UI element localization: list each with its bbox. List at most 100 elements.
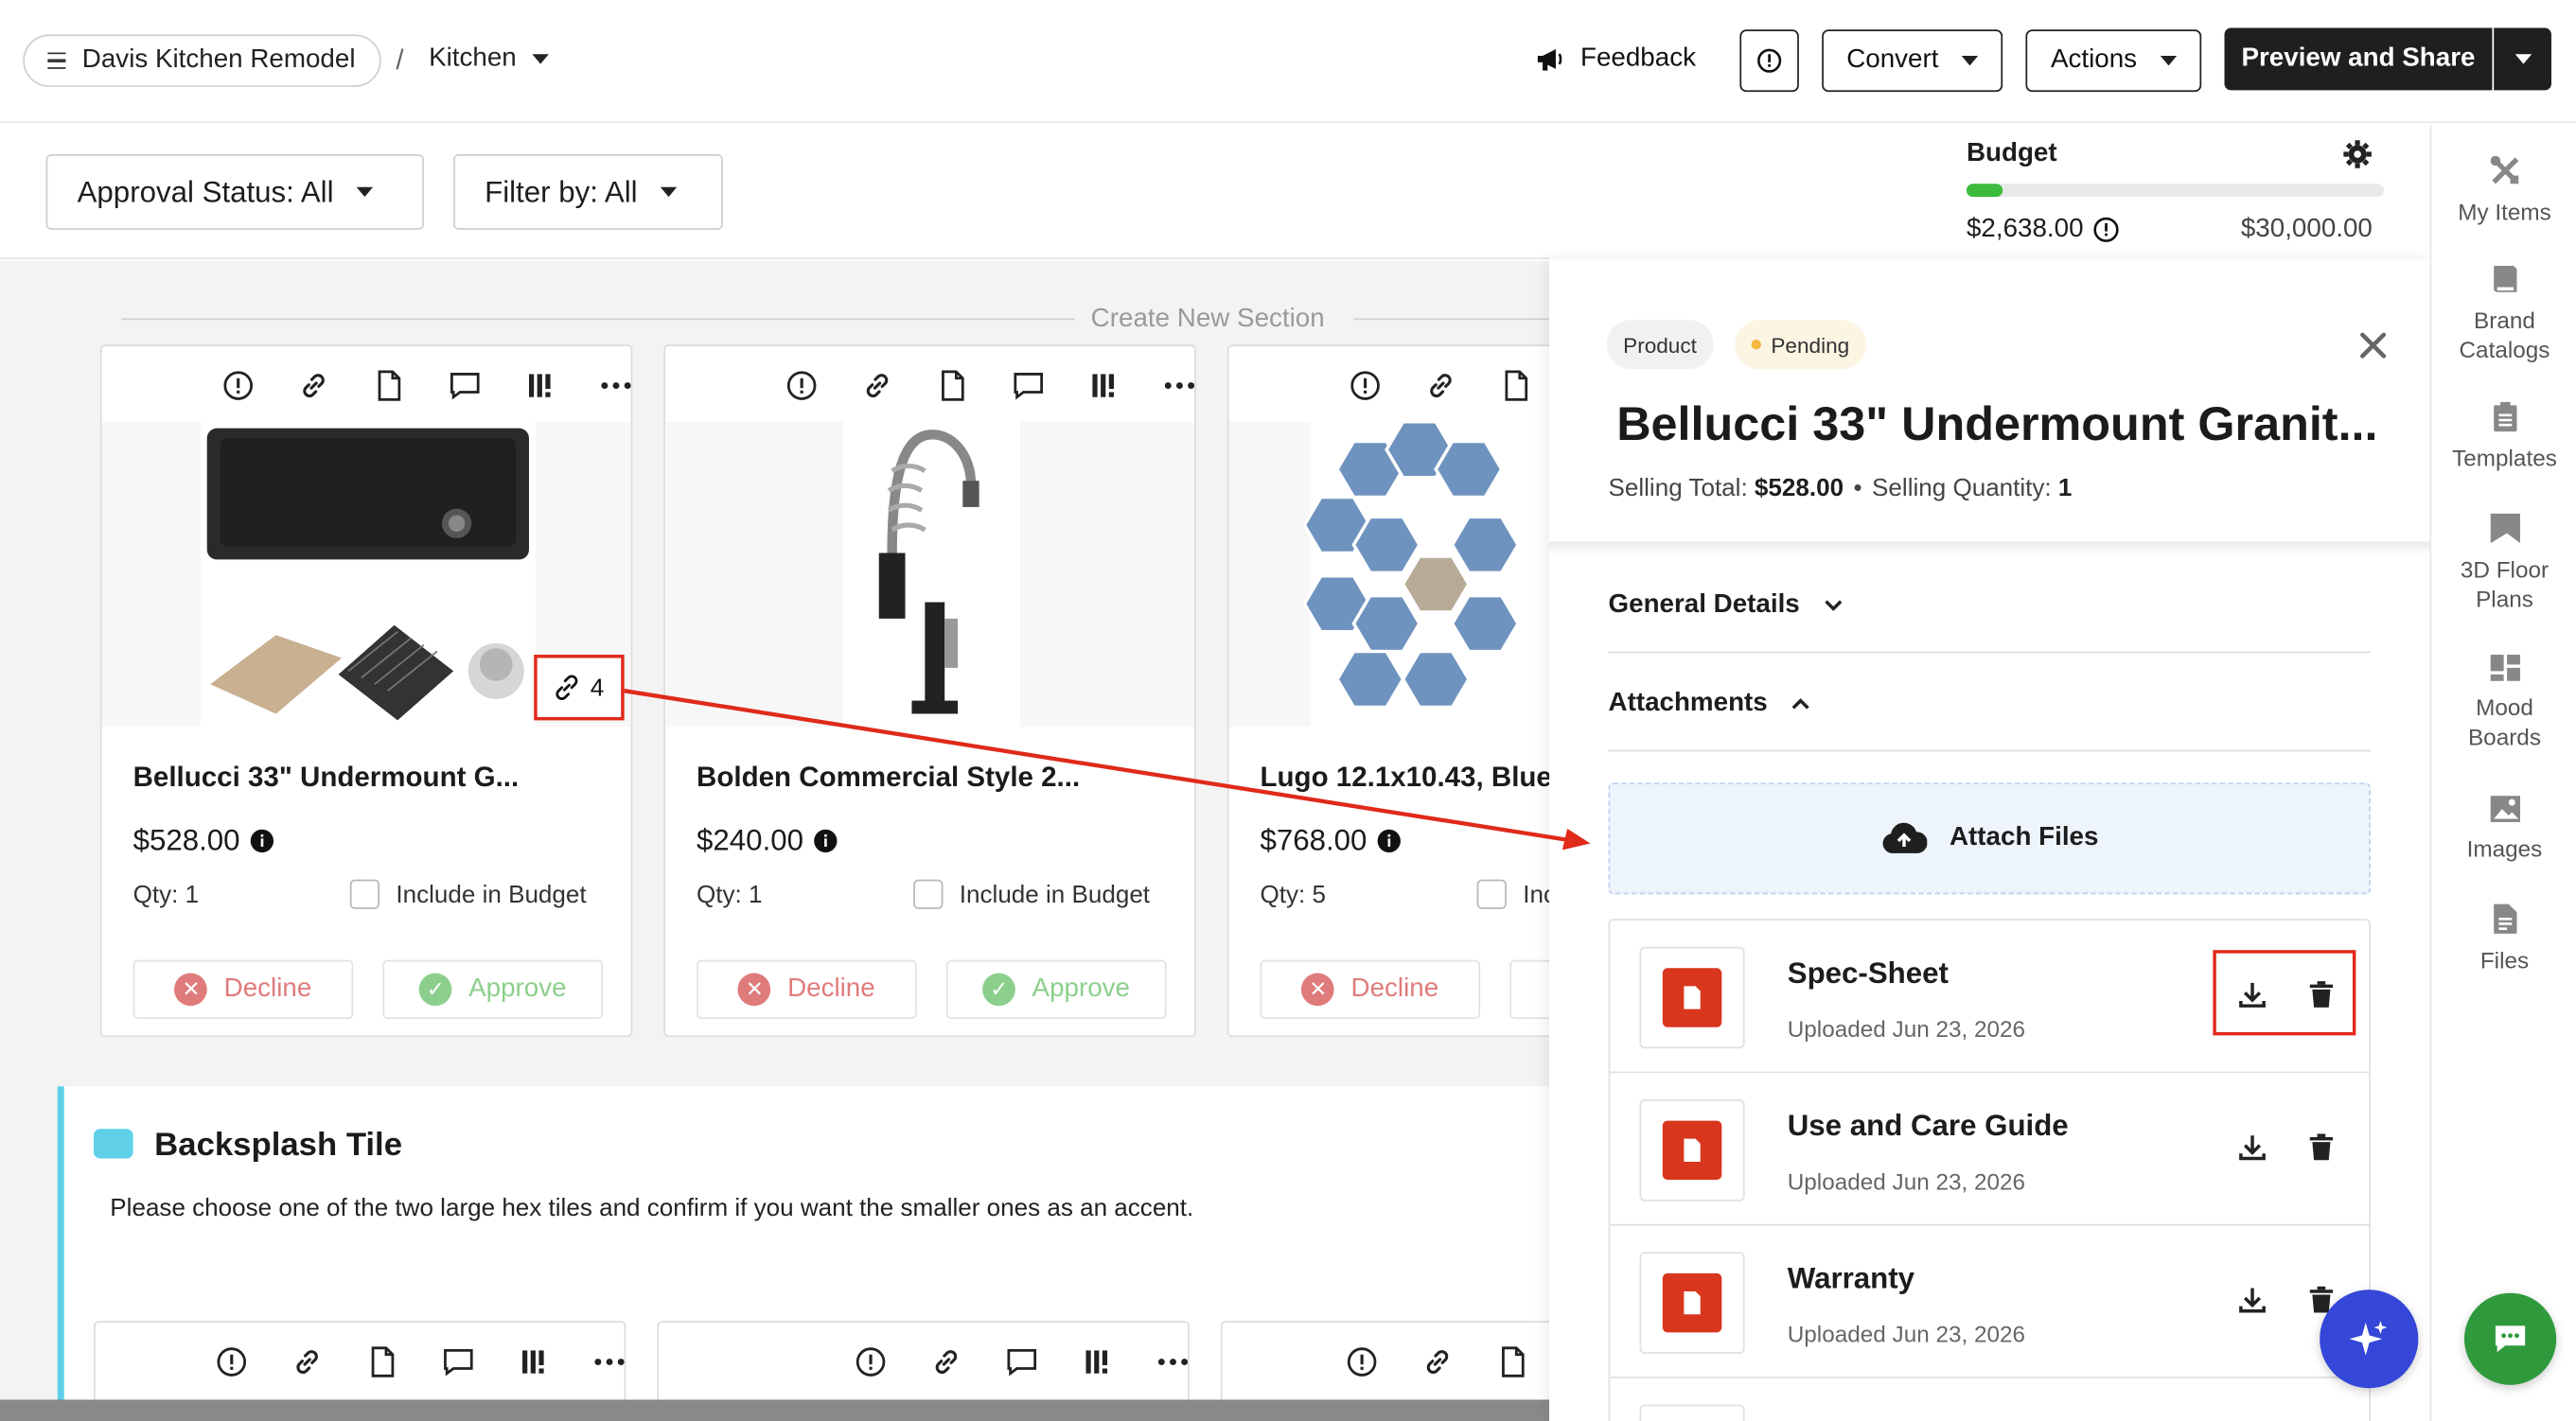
section-description[interactable]: Please choose one of the two large hex t… xyxy=(110,1195,1193,1222)
sidebar-item-my-items[interactable]: My Items xyxy=(2431,154,2576,226)
info-icon[interactable] xyxy=(764,366,839,406)
create-new-section-link[interactable]: Create New Section xyxy=(1091,306,1325,335)
decline-button[interactable]: ✕ Decline xyxy=(132,959,354,1020)
product-title[interactable]: Lugo 12.1x10.43, Blue xyxy=(1260,762,1551,795)
priority-icon[interactable] xyxy=(1067,366,1142,406)
filter-by-dropdown[interactable]: Filter by: All xyxy=(453,154,723,230)
info-icon[interactable] xyxy=(2093,217,2120,243)
sidebar-item-templates[interactable]: Templates xyxy=(2431,400,2576,472)
info-icon[interactable] xyxy=(194,1342,270,1382)
document-icon[interactable] xyxy=(1475,1342,1551,1382)
trash-icon[interactable] xyxy=(2308,1132,2335,1162)
priority-icon[interactable] xyxy=(503,366,578,406)
link-icon[interactable] xyxy=(839,366,915,406)
more-icon[interactable] xyxy=(578,366,631,406)
link-icon[interactable] xyxy=(909,1342,984,1382)
comment-icon[interactable] xyxy=(427,366,503,406)
link-icon[interactable] xyxy=(276,366,352,406)
link-icon[interactable] xyxy=(270,1342,345,1382)
include-in-budget-checkbox[interactable]: Include in Budget xyxy=(913,879,1150,909)
image-icon xyxy=(2489,796,2520,822)
pdf-icon xyxy=(1662,1272,1722,1333)
product-title[interactable]: Bellucci 33" Undermount G... xyxy=(133,762,520,795)
budget-progress-track xyxy=(1966,184,2384,198)
feedback-label: Feedback xyxy=(1580,44,1696,73)
product-title[interactable]: Bolden Commercial Style 2... xyxy=(697,762,1080,795)
decline-label: Decline xyxy=(787,974,875,1003)
checkbox[interactable] xyxy=(1476,879,1507,909)
trash-icon[interactable] xyxy=(2308,979,2335,1009)
section-color-swatch[interactable] xyxy=(93,1129,133,1159)
info-filled-icon[interactable] xyxy=(813,829,838,853)
include-in-budget-checkbox[interactable]: Inc xyxy=(1476,879,1556,909)
decline-button[interactable]: ✕ Decline xyxy=(697,959,917,1020)
sidebar-item-label: Mood Boards xyxy=(2467,693,2541,750)
comment-icon[interactable] xyxy=(991,366,1067,406)
document-icon[interactable] xyxy=(345,1342,421,1382)
info-icon[interactable] xyxy=(1324,1342,1400,1382)
document-icon[interactable] xyxy=(351,366,427,406)
sidebar-item-images[interactable]: Images xyxy=(2431,794,2576,863)
sidebar-item-3d-floor-plans[interactable]: 3D Floor Plans xyxy=(2431,512,2576,614)
document-icon[interactable] xyxy=(1478,366,1554,406)
decline-button[interactable]: ✕ Decline xyxy=(1260,959,1481,1020)
approval-status-filter[interactable]: Approval Status: All xyxy=(45,154,424,230)
include-in-budget-checkbox[interactable]: Include in Budget xyxy=(349,879,587,909)
chat-button[interactable] xyxy=(2463,1292,2557,1385)
horizontal-scrollbar[interactable] xyxy=(0,1399,1550,1421)
document-icon[interactable] xyxy=(915,366,991,406)
actions-button[interactable]: Actions xyxy=(2025,29,2202,93)
info-icon[interactable] xyxy=(201,366,276,406)
ai-assistant-button[interactable] xyxy=(2320,1289,2419,1389)
project-menu-button[interactable]: Davis Kitchen Remodel xyxy=(23,34,381,87)
product-card[interactable]: 4 Bellucci 33" Undermount G... $528.00 Q… xyxy=(99,344,633,1038)
section-title[interactable]: Backsplash Tile xyxy=(154,1128,402,1166)
close-icon[interactable] xyxy=(2359,331,2388,359)
attachment-count-badge[interactable]: 4 xyxy=(534,655,625,721)
gear-icon[interactable] xyxy=(2342,139,2372,168)
sidebar-item-brand-catalogs[interactable]: Brand Catalogs xyxy=(2431,263,2576,365)
feedback-button[interactable]: Feedback xyxy=(1536,44,1696,74)
download-icon[interactable] xyxy=(2237,1285,2267,1314)
download-icon[interactable] xyxy=(2237,1132,2267,1162)
info-icon[interactable] xyxy=(1328,366,1403,406)
info-icon[interactable] xyxy=(833,1342,909,1382)
attachments-toggle[interactable]: Attachments xyxy=(1609,689,1810,718)
checkbox[interactable] xyxy=(349,879,380,909)
attach-files-dropzone[interactable]: Attach Files xyxy=(1608,782,2372,895)
budget-label: Budget xyxy=(1966,139,2057,167)
preview-share-dropdown[interactable] xyxy=(2494,27,2551,91)
sidebar-item-mood-boards[interactable]: Mood Boards xyxy=(2431,653,2576,751)
priority-icon[interactable] xyxy=(496,1342,572,1382)
file-row[interactable]: Use and Care Guide Uploaded Jun 23, 2026 xyxy=(1608,1071,2372,1226)
file-row[interactable] xyxy=(1608,1377,2372,1421)
comment-icon[interactable] xyxy=(420,1342,496,1382)
pdf-thumbnail xyxy=(1639,1404,1745,1421)
info-filled-icon[interactable] xyxy=(1377,829,1402,853)
approve-button[interactable]: ✓ Approve xyxy=(945,959,1167,1020)
link-icon[interactable] xyxy=(1400,1342,1475,1382)
more-icon[interactable] xyxy=(1141,366,1195,406)
more-icon[interactable] xyxy=(1136,1342,1189,1382)
product-card[interactable]: Bolden Commercial Style 2... $240.00 Qty… xyxy=(663,344,1196,1038)
info-filled-icon[interactable] xyxy=(250,829,274,853)
general-details-toggle[interactable]: General Details xyxy=(1609,590,1843,620)
sidebar-item-files[interactable]: Files xyxy=(2431,903,2576,974)
more-icon[interactable] xyxy=(572,1342,625,1382)
price-value: $768.00 xyxy=(1260,823,1367,857)
room-dropdown[interactable]: Kitchen xyxy=(429,44,550,74)
file-icon xyxy=(2493,903,2516,934)
checkbox[interactable] xyxy=(913,879,944,909)
convert-button[interactable]: Convert xyxy=(1822,29,2003,93)
approve-button[interactable]: ✓ Approve xyxy=(382,959,604,1020)
comment-icon[interactable] xyxy=(984,1342,1060,1382)
panel-divider xyxy=(1549,541,2430,555)
link-icon[interactable] xyxy=(1403,366,1479,406)
priority-icon[interactable] xyxy=(1060,1342,1136,1382)
info-button[interactable] xyxy=(1739,29,1799,93)
preview-share-button[interactable]: Preview and Share xyxy=(2224,27,2493,91)
file-row[interactable]: Warranty Uploaded Jun 23, 2026 xyxy=(1608,1223,2372,1378)
download-icon[interactable] xyxy=(2237,979,2267,1009)
file-row[interactable]: Spec-Sheet Uploaded Jun 23, 2026 xyxy=(1608,919,2372,1074)
filter-by-label: Filter by: All xyxy=(485,174,638,208)
